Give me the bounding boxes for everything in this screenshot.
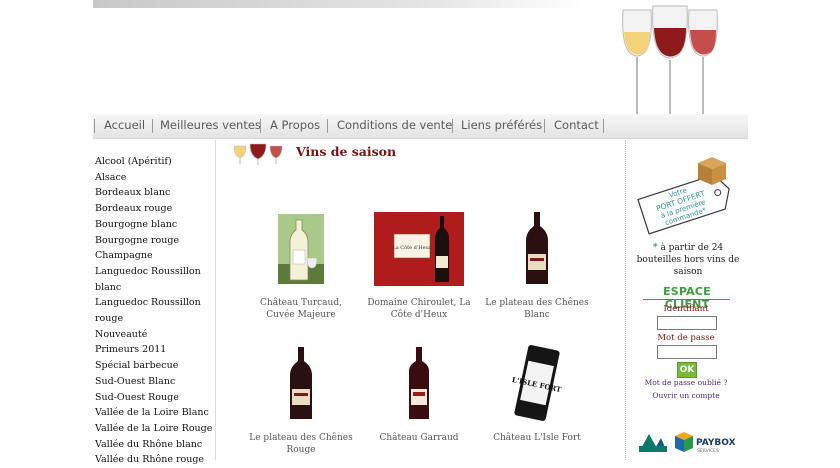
nav-meilleures-ventes[interactable]: Meilleures ventes [160,118,261,132]
open-account-link[interactable]: Ouvrir un compte [628,391,744,400]
nav-contact[interactable]: Contact [554,118,599,132]
wine-glasses-icon [233,143,283,165]
asterisk-mark: * [652,243,658,253]
paybox-logo: PAYBOX SERVICES [675,432,735,454]
category-link[interactable]: Sud-Ouest Rouge [95,390,213,406]
product-name[interactable]: Château Turcaud, Cuvée Majeure [246,297,356,321]
svg-text:La Côte d'Heux: La Côte d'Heux [392,244,431,251]
product-image[interactable] [364,345,474,421]
identifiant-input[interactable] [657,316,717,330]
product-image[interactable]: La Côte d'Heux [364,210,474,286]
nav-separator [603,119,604,133]
right-column-divider [625,140,627,460]
product-image[interactable] [246,210,356,286]
product-name[interactable]: Château Garraud [364,432,474,444]
nav-liens-preferes[interactable]: Liens préférés [461,118,542,132]
product-image[interactable]: L'ISLE FORT [482,345,592,421]
category-link[interactable]: Bourgogne rouge [95,233,213,249]
product-card[interactable]: Le plateau des Chênes Blanc [482,210,592,321]
category-link[interactable]: Languedoc Roussillon blanc [95,264,213,295]
nav-separator [152,119,153,133]
nav-separator [327,119,328,133]
forgot-password-link[interactable]: Mot de passe oublié ? [628,378,744,387]
category-link[interactable]: Vallée de la Loire Blanc [95,405,213,421]
category-link[interactable]: Sud-Ouest Blanc [95,374,213,390]
product-card[interactable]: Château Turcaud, Cuvée Majeure [246,210,356,321]
category-link[interactable]: Alcool (Apéritif) [95,154,213,170]
product-card[interactable]: Château Garraud [364,345,474,444]
credit-agricole-logo [639,434,667,452]
category-link[interactable]: Vallée du Rhône rouge [95,452,213,468]
category-link[interactable]: Bourgogne blanc [95,217,213,233]
product-name[interactable]: Château L'Isle Fort [482,432,592,444]
category-link[interactable]: Primeurs 2011 [95,342,213,358]
category-link[interactable]: Nouveauté [95,327,213,343]
product-image[interactable] [246,345,356,421]
parcel-box-icon [698,157,726,185]
shipping-condition-note: * à partir de 24 bouteilles hors vins de… [630,242,746,278]
category-link[interactable]: Champagne [95,248,213,264]
category-sidebar: Alcool (Apéritif) Alsace Bordeaux blanc … [95,154,213,468]
category-link[interactable]: Bordeaux rouge [95,201,213,217]
nav-conditions-de-vente[interactable]: Conditions de vente [337,118,452,132]
category-link[interactable]: Bordeaux blanc [95,185,213,201]
product-card[interactable]: La Côte d'Heux Domaine Chiroulet, La Côt… [364,210,474,321]
category-link[interactable]: Alsace [95,170,213,186]
product-card[interactable]: L'ISLE FORT Château L'Isle Fort [482,345,592,444]
nav-a-propos[interactable]: A Propos [270,118,320,132]
product-name[interactable]: Le plateau des Chênes Blanc [482,297,592,321]
password-input[interactable] [657,345,717,359]
free-shipping-badge: Votre PORT OFFERT à la première commande… [637,157,730,235]
header-banner [93,0,583,8]
password-label: Mot de passe [657,333,715,343]
main-navigation: Accueil Meilleures ventes A Propos Condi… [93,114,748,139]
client-area-underline [643,299,730,300]
nav-separator [94,119,95,133]
category-link[interactable]: Vallée de la Loire Rouge [95,421,213,437]
category-link[interactable]: Languedoc Roussillon rouge [95,295,213,326]
nav-accueil[interactable]: Accueil [104,118,145,132]
nav-separator [260,119,261,133]
identifiant-label: Identifiant [663,304,709,314]
product-image[interactable] [482,210,592,286]
sidebar-divider [215,140,216,460]
product-name[interactable]: Le plateau des Chênes Rouge [246,432,356,456]
nav-separator [452,119,453,133]
login-ok-button[interactable]: OK [677,362,697,378]
section-title: Vins de saison [296,144,397,159]
nav-separator [544,119,545,133]
category-link[interactable]: Spécial barbecue [95,358,213,374]
category-link[interactable]: Vallée du Rhône blanc [95,437,213,453]
product-name[interactable]: Domaine Chiroulet, La Côte d'Heux [364,297,474,321]
svg-text:PAYBOX: PAYBOX [696,438,735,448]
product-card[interactable]: Le plateau des Chênes Rouge [246,345,356,456]
svg-text:SERVICES: SERVICES [697,448,719,454]
